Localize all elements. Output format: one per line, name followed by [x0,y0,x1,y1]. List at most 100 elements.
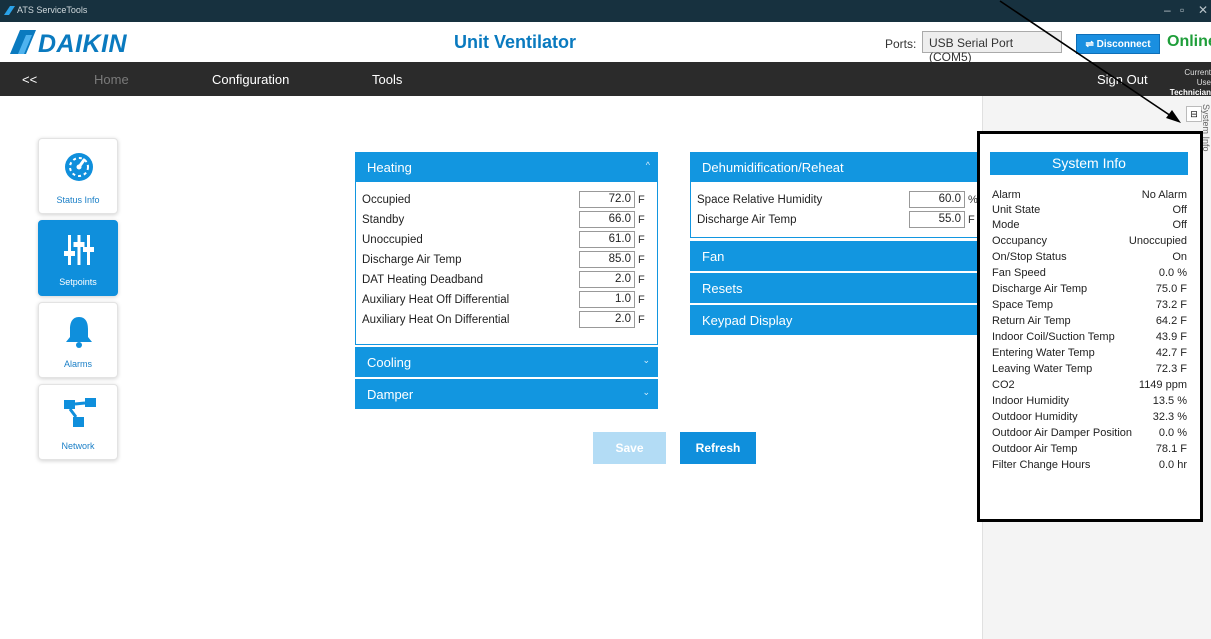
setpoint-row-aux-heat-off: Auxiliary Heat Off Differential 1.0 F [356,291,657,311]
damper-title: Damper [367,387,414,402]
damper-panel-header[interactable]: Damper ⌄ [355,379,658,409]
setpoint-input[interactable]: 55.0 [909,211,965,228]
setpoint-input[interactable]: 2.0 [579,311,635,328]
connection-status: Online [1167,33,1211,50]
info-value: No Alarm [1141,189,1187,201]
nav-configuration[interactable]: Configuration [212,72,289,87]
system-info-title: System Info [990,152,1188,175]
setpoint-unit: F [638,254,645,266]
setpoint-input[interactable]: 66.0 [579,211,635,228]
info-value: 43.9 F [1155,331,1187,343]
info-row: CO2 1149 ppm [992,379,1187,394]
setpoint-unit: F [638,234,645,246]
main-navbar: << Home Configuration Tools Sign Out Cur… [0,62,1211,98]
info-value: 78.1 F [1155,443,1187,455]
system-info-tab[interactable]: System Info [1201,104,1211,152]
setpoint-unit: F [638,194,645,206]
setpoint-row-discharge-air-temp: Discharge Air Temp 85.0 F [356,251,657,271]
network-icon [64,398,96,427]
setpoint-label: Auxiliary Heat Off Differential [362,294,510,306]
chevron-down-icon: ⌄ [642,387,650,397]
chevron-down-icon: ⌄ [642,355,650,365]
gauge-icon [65,153,93,181]
info-key: Discharge Air Temp [992,283,1088,295]
window-titlebar: ATS ServiceTools – ▫ ✕ [0,0,1211,22]
sidebar-item-setpoints[interactable]: Setpoints [38,220,118,296]
info-key: Leaving Water Temp [992,363,1093,375]
app-header: DAIKIN Unit Ventilator Ports: USB Serial… [0,22,1211,64]
info-key: Outdoor Air Damper Position [992,427,1133,439]
app-icon [4,6,15,15]
current-user: Current Use Technician [1168,68,1211,98]
setpoint-row-aux-heat-on: Auxiliary Heat On Differential 2.0 F [356,311,657,331]
sidebar-item-alarms[interactable]: Alarms [38,302,118,378]
setpoint-input[interactable]: 1.0 [579,291,635,308]
info-row: Indoor Humidity 13.5 % [992,395,1187,410]
fan-panel-header[interactable]: Fan [690,241,982,271]
setpoint-input[interactable]: 85.0 [579,251,635,268]
app-name: Unit Ventilator [454,32,577,52]
resets-title: Resets [702,281,743,296]
resets-panel-header[interactable]: Resets [690,273,982,303]
info-row: Space Temp 73.2 F [992,299,1187,314]
sidebar-item-status-info[interactable]: Status Info [38,138,118,214]
sidebar-item-label: Network [61,441,95,451]
setpoint-label: Discharge Air Temp [362,254,462,266]
info-value: 72.3 F [1155,363,1187,375]
info-row: Indoor Coil/Suction Temp 43.9 F [992,331,1187,346]
refresh-button[interactable]: Refresh [680,432,756,464]
bell-icon [66,317,92,348]
window-title: ATS ServiceTools [17,5,88,15]
maximize-icon[interactable]: ▫ [1180,3,1184,17]
setpoint-label: Standby [362,214,405,226]
info-row: Discharge Air Temp 75.0 F [992,283,1187,298]
setpoint-input[interactable]: 72.0 [579,191,635,208]
info-key: Unit State [992,204,1041,216]
info-row: Entering Water Temp 42.7 F [992,347,1187,362]
heating-panel-body: Occupied 72.0 F Standby 66.0 F Unoccupie… [355,182,658,345]
setpoint-unit: F [638,274,645,286]
close-icon[interactable]: ✕ [1198,3,1208,17]
keypad-panel-header[interactable]: Keypad Display [690,305,982,335]
setpoint-label: Discharge Air Temp [697,214,797,226]
nav-back[interactable]: << [22,72,37,87]
setpoint-label: DAT Heating Deadband [362,274,484,286]
info-key: Occupancy [992,235,1048,247]
setpoint-input[interactable]: 60.0 [909,191,965,208]
setpoint-input[interactable]: 2.0 [579,271,635,288]
info-row: Alarm No Alarm [992,189,1187,204]
cooling-panel-header[interactable]: Cooling ⌄ [355,347,658,377]
setpoint-input[interactable]: 61.0 [579,231,635,248]
logo-flag-icon [10,30,36,54]
pin-icon[interactable]: ⊟ [1186,106,1202,122]
sliders-icon [64,235,94,265]
minimize-icon[interactable]: – [1164,3,1171,17]
nav-home[interactable]: Home [94,72,129,87]
setpoint-unit: F [968,214,975,226]
save-button[interactable]: Save [593,432,666,464]
info-value: 75.0 F [1155,283,1187,295]
info-value: 73.2 F [1155,299,1187,311]
sidebar-item-label: Status Info [56,195,100,205]
disconnect-button[interactable]: ⇌ Disconnect [1076,34,1160,54]
info-value: 0.0 hr [1158,459,1187,471]
ports-select[interactable]: USB Serial Port (COM5) [922,31,1062,64]
dehum-panel-header[interactable]: Dehumidification/Reheat [690,152,982,182]
info-key: Entering Water Temp [992,347,1095,359]
sidebar-item-network[interactable]: Network [38,384,118,460]
info-key: Indoor Humidity [992,395,1070,407]
info-value: 0.0 % [1158,427,1187,439]
setpoint-row-dat-deadband: DAT Heating Deadband 2.0 F [356,271,657,291]
current-user-label: Current Use [1184,68,1211,87]
heating-panel-header[interactable]: Heating ^ [355,152,658,182]
nav-tools[interactable]: Tools [372,72,402,87]
info-key: Outdoor Humidity [992,411,1078,423]
dehum-panel-body: Space Relative Humidity 60.0 % Discharge… [690,182,982,238]
sidebar-item-label: Alarms [63,359,92,369]
setpoint-row-unoccupied: Unoccupied 61.0 F [356,231,657,251]
info-key: Alarm [992,189,1021,201]
setpoint-unit: F [638,294,645,306]
app-window: ATS ServiceTools – ▫ ✕ DAIKIN Unit Venti… [0,0,1211,639]
info-key: Space Temp [992,299,1053,311]
sign-out-link[interactable]: Sign Out [1097,72,1148,87]
